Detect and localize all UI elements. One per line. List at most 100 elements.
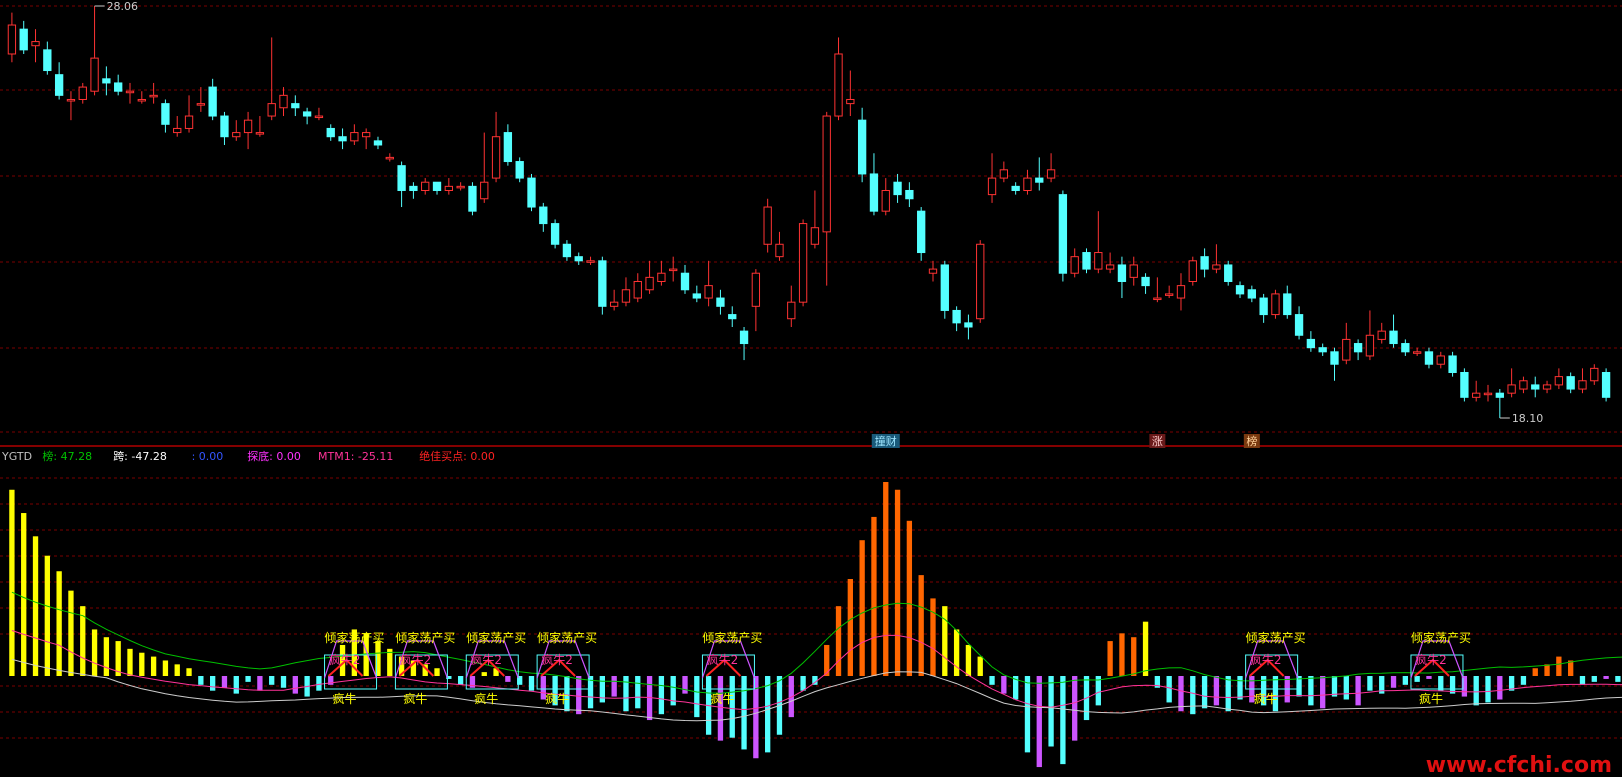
candle-up xyxy=(586,260,595,263)
indicator-bar xyxy=(953,629,960,676)
indicator-bar xyxy=(1048,676,1054,747)
indicator-bar xyxy=(233,676,239,694)
bull2-signal-label: 疯牛2 xyxy=(541,652,573,667)
candle-down xyxy=(1294,314,1304,336)
candle-down xyxy=(952,309,961,324)
indicator-value-4: 探底: 0.00 xyxy=(247,449,301,463)
indicator-value-2: 跨: -47.28 xyxy=(113,450,167,463)
candle-up xyxy=(314,115,324,119)
stock-chart-window[interactable]: 28.06 18.10 撞财涨榜减 YGTD榜: 47.28跨: -47.28:… xyxy=(0,0,1622,777)
indicator-bar xyxy=(576,676,582,715)
indicator-bar xyxy=(1390,676,1397,688)
candle-down xyxy=(1117,264,1127,282)
candle-up xyxy=(1165,293,1174,296)
candle-up xyxy=(1094,252,1103,270)
indicator-bar xyxy=(930,598,936,676)
bull2-signal-label: 疯牛2 xyxy=(707,652,739,667)
indicator-bar xyxy=(1119,633,1125,676)
event-marker[interactable]: 撞财 xyxy=(871,434,900,448)
candle-up xyxy=(421,181,430,191)
indicator-bar xyxy=(1414,676,1420,682)
candle-down xyxy=(338,136,347,142)
candle-up xyxy=(1507,384,1516,394)
indicator-bar xyxy=(1024,676,1031,753)
candle-up xyxy=(480,181,489,200)
indicator-bar xyxy=(221,676,228,688)
candle-up xyxy=(1153,297,1162,301)
indicator-bar xyxy=(635,676,641,709)
chart-canvas[interactable]: 28.06 18.10 撞财涨榜减 YGTD榜: 47.28跨: -47.28:… xyxy=(0,0,1622,777)
candle-down xyxy=(1318,347,1327,353)
candle-up xyxy=(787,301,796,320)
candle-up xyxy=(751,272,761,307)
candle-up xyxy=(1483,392,1493,396)
candle-down xyxy=(43,49,52,72)
candle-up xyxy=(350,132,359,142)
indicator-bar xyxy=(599,676,606,703)
candle-up xyxy=(243,119,253,134)
event-marker[interactable]: 涨 xyxy=(1149,434,1166,448)
candle-down xyxy=(692,293,701,299)
candle-down xyxy=(905,189,914,200)
bull2-signal-label: 疯牛2 xyxy=(400,652,432,667)
indicator-bar xyxy=(1556,656,1562,676)
candle-down xyxy=(1235,285,1245,295)
candle-down xyxy=(527,177,536,208)
candle-down xyxy=(562,243,572,258)
candle-up xyxy=(137,98,146,102)
indicator-bar xyxy=(186,668,192,676)
candle-down xyxy=(503,132,513,163)
indicator-bar xyxy=(1520,676,1527,685)
candle-down xyxy=(893,181,902,196)
candle-up xyxy=(232,132,241,138)
candle-up xyxy=(881,189,890,212)
candle-up xyxy=(763,206,772,245)
high-price-label: 28.06 xyxy=(107,0,139,13)
indicator-bar xyxy=(1579,676,1586,685)
candle-down xyxy=(114,82,123,92)
candle-down xyxy=(1566,376,1575,390)
indicator-bar xyxy=(1497,676,1503,700)
indicator-bar xyxy=(505,676,511,682)
candle-down xyxy=(54,74,64,96)
indicator-bar xyxy=(9,489,15,676)
candle-down xyxy=(161,103,170,125)
candle-up xyxy=(90,57,99,92)
candle-down xyxy=(220,115,229,138)
candle-down xyxy=(728,314,737,320)
indicator-bar xyxy=(1142,621,1149,676)
indicator-value-3: : 0.00 xyxy=(192,450,224,463)
indicator-value-1: 榜: 47.28 xyxy=(42,449,92,463)
indicator-bar xyxy=(481,672,487,676)
event-marker[interactable]: 榜 xyxy=(1243,434,1260,448)
buy-signal-label: 倾家荡产买 xyxy=(537,630,597,645)
indicator-bar xyxy=(528,676,535,691)
buy-signal-label: 倾家荡产买 xyxy=(702,630,762,645)
candle-up xyxy=(1519,380,1528,390)
bull-signal-label: 疯牛 xyxy=(1254,691,1278,706)
candle-up xyxy=(1129,264,1138,278)
indicator-bar xyxy=(68,590,74,676)
buy-signal-label: 倾家荡产买 xyxy=(466,630,526,645)
candle-down xyxy=(397,165,406,191)
candle-down xyxy=(208,86,217,117)
candle-down xyxy=(1401,343,1410,353)
indicator-bar xyxy=(127,648,133,676)
indicator-bar xyxy=(1072,676,1078,741)
candle-up xyxy=(255,132,265,135)
bull-signal-label: 疯牛 xyxy=(403,691,427,706)
indicator-bar xyxy=(694,676,700,718)
indicator-bar xyxy=(209,676,216,691)
candlestick-series[interactable] xyxy=(7,6,1611,418)
indicator-bars xyxy=(9,482,1621,768)
candle-up xyxy=(66,98,76,102)
indicator-bar xyxy=(1331,676,1338,697)
indicator-bar xyxy=(1060,676,1066,765)
indicator-bar xyxy=(174,664,180,676)
candle-up xyxy=(78,86,87,100)
indicator-bar xyxy=(977,656,983,676)
indicator-panel[interactable]: 倾家荡产买 倾家荡产买 倾家荡产买 倾家荡产买 倾家荡产买 倾家荡产买 倾家荡产买疯牛2 疯牛… xyxy=(9,482,1622,768)
bull2-signal-label: 疯牛2 xyxy=(470,652,502,667)
candle-up xyxy=(1472,392,1481,398)
candle-up xyxy=(184,115,194,129)
